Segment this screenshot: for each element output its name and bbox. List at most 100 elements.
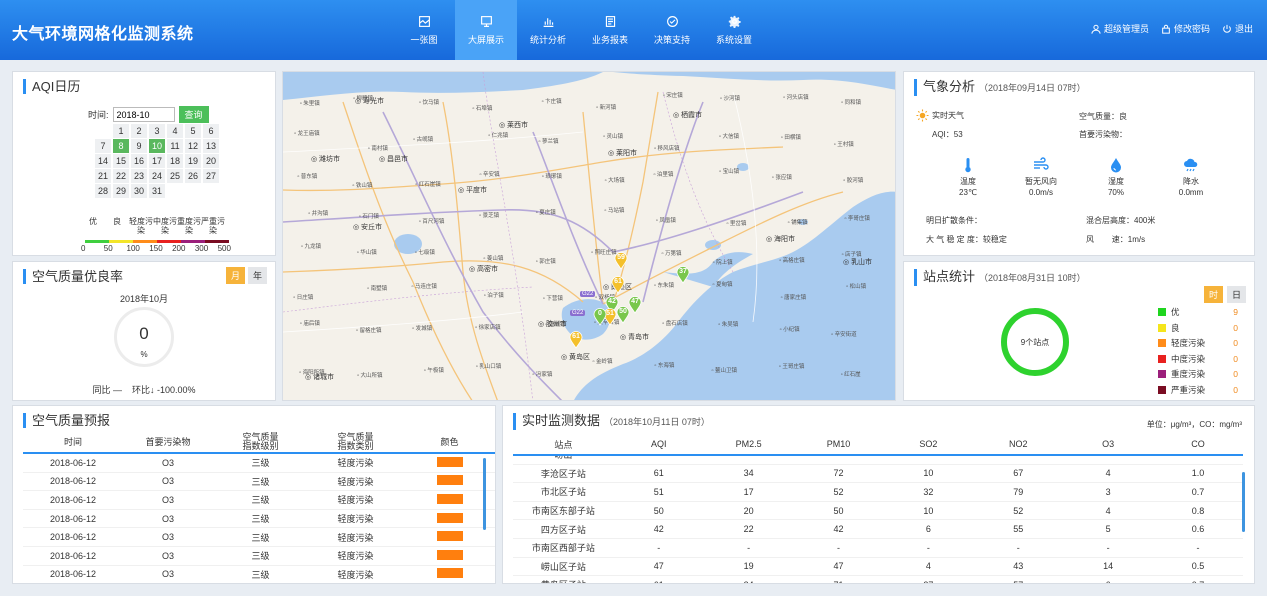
realtime-column-header: O3 [1102, 439, 1115, 449]
level-color-swatch [1158, 339, 1166, 347]
calendar-day[interactable]: 24 [149, 169, 165, 183]
calendar-day[interactable]: 22 [113, 169, 129, 183]
station-marker[interactable]: 37 [676, 266, 690, 284]
table-row[interactable]: 2018-06-12 O3 三级 轻度污染 [23, 528, 495, 547]
map-view[interactable]: ◎ 潍坊市◎ 昌邑市◎ 高密市◎ 平度市◎ 莱西市◎ 莱阳市◎ 即墨区◎ 胶州市… [282, 71, 896, 401]
table-cell: 32 [923, 486, 934, 497]
admin-link[interactable]: 超级管理员 [1091, 22, 1149, 35]
calendar-day[interactable]: 5 [185, 124, 201, 138]
forecast-scrollbar[interactable] [483, 458, 486, 530]
legend-number: 150 [149, 244, 163, 253]
table-row[interactable]: 四方区子站 42 22 42 6 55 5 0.6 [513, 520, 1243, 539]
table-row[interactable]: 崂山区子站 47 19 47 4 43 14 0.5 [513, 558, 1243, 577]
calendar-day[interactable]: 11 [167, 139, 183, 153]
table-row[interactable]: 市南区东部子站 50 20 50 10 52 4 0.8 [513, 502, 1243, 521]
map-town-label: ▫ 百尺河镇 [418, 219, 445, 226]
table-row[interactable]: 2018-06-12 O3 三级 轻度污染 [23, 473, 495, 492]
map-town-label: ▫ 宝山镇 [719, 169, 740, 176]
calendar-day[interactable]: 1 [113, 124, 129, 138]
table-row[interactable]: 2018-06-12 O3 三级 轻度污染 [23, 510, 495, 529]
query-button[interactable]: 查询 [178, 106, 209, 123]
table-row[interactable]: 2018-06-12 O3 三级 轻度污染 [23, 491, 495, 510]
calendar-day[interactable]: 14 [95, 154, 111, 168]
table-row[interactable]: 李沧区子站 61 34 72 10 67 4 1.0 [513, 465, 1243, 484]
wind-metric: 暂无风向 0.0m/s [1001, 157, 1081, 198]
table-cell: 轻度污染 [337, 514, 374, 525]
nav-item-settings[interactable]: 系统设置 [703, 0, 765, 60]
realtime-scrollbar[interactable] [1242, 472, 1245, 532]
nav-label: 业务报表 [591, 34, 628, 45]
calendar-day[interactable]: 4 [167, 124, 183, 138]
calendar-day[interactable]: 9 [131, 139, 147, 153]
logout-link[interactable]: 退出 [1222, 22, 1253, 35]
realtime-panel: 实时监测数据 （2018年10月11日 07时） 单位：μg/m³，CO：mg/m… [502, 405, 1255, 584]
calendar-day[interactable]: 7 [95, 139, 111, 153]
calendar-day[interactable]: 29 [113, 184, 129, 198]
calendar-day[interactable]: 3 [149, 124, 165, 138]
wind-speed-line: 风 速：1m/s [1086, 235, 1146, 244]
realtime-column-header: NO2 [1009, 439, 1028, 449]
map-city-label: ◎ 平度市 [458, 187, 488, 194]
table-row[interactable]: 市南区西部子站 - - - - - - - [513, 539, 1243, 558]
realtime-weather-line: 实时天气 [916, 109, 964, 122]
nav-item-map[interactable]: 一张图 [393, 0, 455, 60]
calendar-day[interactable]: 17 [149, 154, 165, 168]
nav-item-reports[interactable]: 业务报表 [579, 0, 641, 60]
station-marker[interactable]: 61 [569, 331, 583, 349]
hour-toggle[interactable]: 时 [1204, 286, 1224, 303]
table-row[interactable]: 2018-06-12 O3 三级 轻度污染 [23, 566, 495, 583]
main-nav: 一张图 大屏展示 统计分析 业务报表 决策支持 系统设置 [393, 0, 765, 60]
calendar-day[interactable]: 12 [185, 139, 201, 153]
metric-value: 70% [1107, 188, 1124, 197]
legend-label: 轻度污染 [129, 217, 153, 235]
nav-item-decision[interactable]: 决策支持 [641, 0, 703, 60]
table-row[interactable]: 2018-06-12 O3 三级 轻度污染 [23, 547, 495, 566]
calendar-day[interactable]: 26 [185, 169, 201, 183]
station-marker[interactable]: 47 [628, 296, 642, 314]
legend-color-swatch [85, 240, 109, 243]
map-town-label: ▫ 凤凰镇 [655, 218, 676, 225]
calendar-day[interactable]: 27 [203, 169, 219, 183]
calendar-day[interactable]: 20 [203, 154, 219, 168]
month-input[interactable] [112, 107, 175, 122]
table-cell: 47 [833, 561, 844, 572]
calendar-day[interactable]: 28 [95, 184, 111, 198]
map-city-label: ◎ 昌邑市 [379, 156, 409, 163]
metric-value: 0.0mm [1178, 188, 1204, 197]
table-row[interactable]: 2018-06-12 O3 三级 轻度污染 [23, 454, 495, 473]
level-count: 9 [1233, 307, 1238, 317]
calendar-day[interactable]: 10 [149, 139, 165, 153]
calendar-day[interactable]: 31 [149, 184, 165, 198]
header-actions: 超级管理员 修改密码 退出 [1091, 22, 1253, 35]
calendar-day[interactable]: 15 [113, 154, 129, 168]
table-cell: 71 [794, 580, 884, 583]
station-marker[interactable]: 0 [593, 308, 607, 326]
calendar-day[interactable]: 6 [203, 124, 219, 138]
calendar-day[interactable]: 16 [131, 154, 147, 168]
calendar-day[interactable]: 30 [131, 184, 147, 198]
day-toggle[interactable]: 日 [1227, 286, 1247, 303]
month-toggle[interactable]: 月 [226, 267, 246, 284]
table-row[interactable]: 市北区子站 51 17 52 32 79 3 0.7 [513, 483, 1243, 502]
station-marker[interactable]: 50 [616, 306, 630, 324]
station-marker[interactable]: 61 [611, 276, 625, 294]
calendar-day[interactable]: 2 [131, 124, 147, 138]
nav-item-statistics[interactable]: 统计分析 [517, 0, 579, 60]
calendar-day[interactable]: 25 [167, 169, 183, 183]
change-password-link[interactable]: 修改密码 [1161, 22, 1210, 35]
calendar-day[interactable]: 19 [185, 154, 201, 168]
map-town-label: ▫ 万第镇 [661, 251, 682, 258]
station-marker[interactable]: 59 [614, 252, 628, 270]
realtime-column-header: SO2 [919, 439, 938, 449]
color-cell [403, 549, 495, 562]
year-toggle[interactable]: 年 [248, 267, 268, 284]
table-row[interactable]: 崂山------- [513, 456, 1243, 465]
calendar-day[interactable]: 18 [167, 154, 183, 168]
calendar-day[interactable]: 23 [131, 169, 147, 183]
calendar-day[interactable]: 8 [113, 139, 129, 153]
table-row[interactable]: 黄岛区子站613471275760.7 [513, 576, 1243, 583]
calendar-day[interactable]: 21 [95, 169, 111, 183]
calendar-day[interactable]: 13 [203, 139, 219, 153]
map-town-label: ▫ 卞庄镇 [541, 98, 562, 105]
nav-item-bigscreen[interactable]: 大屏展示 [455, 0, 517, 60]
